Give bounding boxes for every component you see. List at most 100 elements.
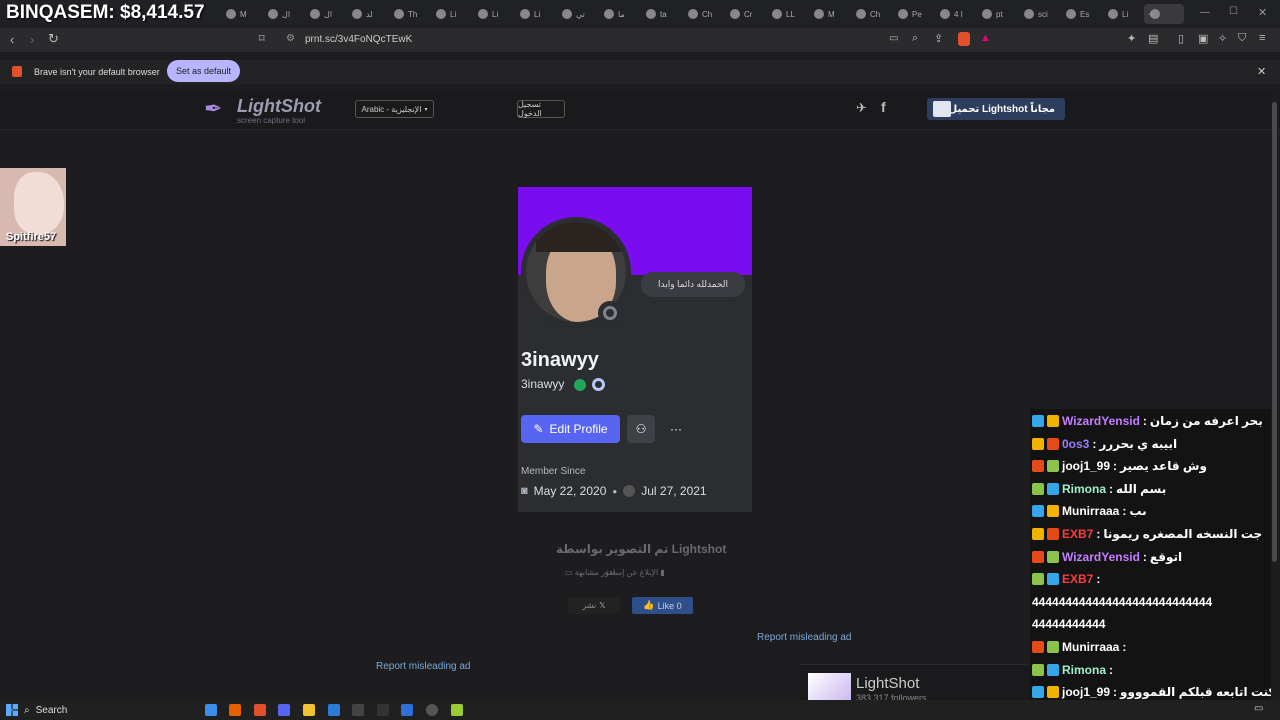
browser-tab[interactable]: Es xyxy=(1060,4,1100,24)
language-select[interactable]: Arabic - الإنجليزية ▾ xyxy=(355,100,434,118)
webcam-face xyxy=(14,172,64,234)
browser-tab[interactable]: Ch xyxy=(682,4,722,24)
taskbar-search[interactable]: ⌕ Search xyxy=(24,703,194,717)
browser-tab[interactable]: Cr xyxy=(724,4,764,24)
browser-tab[interactable]: Ch xyxy=(850,4,890,24)
set-default-button[interactable]: Set as default xyxy=(167,60,240,82)
tab-label: M xyxy=(240,9,247,19)
tab-favicon-icon xyxy=(226,9,236,19)
discord-taskbar-icon[interactable] xyxy=(278,704,290,716)
logo-name[interactable]: LightShot xyxy=(237,96,321,117)
minimize-icon[interactable]: — xyxy=(1200,7,1210,18)
app-icon-controller[interactable] xyxy=(377,704,389,716)
close-window-icon[interactable]: ✕ xyxy=(1258,6,1267,19)
maximize-icon[interactable]: ☐ xyxy=(1229,6,1238,17)
browser-tab[interactable]: pt xyxy=(976,4,1016,24)
url-field[interactable]: prnt.sc/3v4FoNQcTEwK xyxy=(305,34,412,45)
twitter-icon[interactable]: ✈ xyxy=(856,100,867,116)
zoom-icon[interactable]: ⌕ xyxy=(912,32,918,45)
browser-tab[interactable]: ta xyxy=(640,4,680,24)
report-ad-link-left[interactable]: Report misleading ad xyxy=(376,661,471,672)
facebook-icon[interactable]: f xyxy=(881,99,886,115)
extensions-icon[interactable]: ✦ xyxy=(1127,32,1136,45)
scrollbar-thumb[interactable] xyxy=(1272,102,1277,562)
chat-username: Munirraaa xyxy=(1062,504,1120,519)
browser-tab[interactable]: LL xyxy=(766,4,806,24)
reader-icon[interactable]: ▭ xyxy=(889,33,898,44)
browser-tab[interactable]: Th xyxy=(388,4,428,24)
page-scrollbar[interactable] xyxy=(1271,92,1278,700)
browser-tab[interactable]: M xyxy=(220,4,260,24)
reload-icon[interactable]: ↻ xyxy=(48,31,59,47)
menu-icon[interactable]: ≡ xyxy=(1259,32,1265,44)
browser-tab[interactable]: Li xyxy=(1102,4,1142,24)
bookmark-icon[interactable]: ⌑ xyxy=(259,32,265,45)
browser-tab[interactable]: ال xyxy=(262,4,302,24)
browser-tab[interactable]: تي xyxy=(556,4,596,24)
more-options-button[interactable]: ··· xyxy=(662,415,690,443)
chat-badge-icon xyxy=(1047,482,1059,495)
username: 3inawyy xyxy=(521,377,606,392)
firefox-icon[interactable] xyxy=(229,704,241,716)
brave-rewards-icon[interactable]: ▲ xyxy=(980,32,991,44)
app-icon-n[interactable] xyxy=(352,704,364,716)
nitro-badge-icon xyxy=(573,378,586,391)
brave-shield-icon[interactable] xyxy=(958,32,970,46)
tab-favicon-icon xyxy=(898,9,908,19)
chat-username: WizardYensid xyxy=(1062,414,1140,428)
browser-tab[interactable]: ال xyxy=(304,4,344,24)
copilot-icon[interactable] xyxy=(205,704,217,716)
tab-label: 4 I xyxy=(954,9,963,19)
browser-tab[interactable]: ما xyxy=(598,4,638,24)
widget-name[interactable]: LightShot xyxy=(856,675,919,692)
thumbs-up-icon: 👍 xyxy=(643,600,655,610)
tab-favicon-icon xyxy=(604,9,614,19)
browser-tab[interactable]: Pe xyxy=(892,4,932,24)
share-icon[interactable]: ⇪ xyxy=(934,32,943,45)
sidebar-icon[interactable]: ▯ xyxy=(1178,32,1184,45)
close-infobar-icon[interactable]: ✕ xyxy=(1257,65,1266,78)
tab-label: Th xyxy=(408,9,418,19)
tab-label: Cr xyxy=(744,9,753,19)
app-icon-circle[interactable] xyxy=(426,704,438,716)
logo-tagline: screen capture tool xyxy=(237,116,306,125)
similar-images-link[interactable]: ▭ صور مشابهة xyxy=(565,568,616,577)
tab-favicon-icon xyxy=(856,9,866,19)
report-ad-link-right[interactable]: Report misleading ad xyxy=(757,632,852,643)
browser-tab[interactable]: sci xyxy=(1018,4,1058,24)
tab-favicon-icon xyxy=(520,9,530,19)
browser-tab[interactable]: 4 I xyxy=(934,4,974,24)
back-icon[interactable]: ‹ xyxy=(10,32,14,47)
chat-badge-icon xyxy=(1032,573,1044,586)
vpn-icon[interactable]: ⛉ xyxy=(1238,32,1246,45)
app-icon-green[interactable] xyxy=(451,704,463,716)
browser-tab[interactable]: لد xyxy=(346,4,386,24)
file-explorer-icon[interactable] xyxy=(303,704,315,716)
tab-search-icon[interactable]: ▤ xyxy=(1148,32,1158,45)
brave-taskbar-icon[interactable] xyxy=(254,704,266,716)
browser-tab[interactable]: M xyxy=(808,4,848,24)
tab-favicon-icon xyxy=(352,9,362,19)
notifications-icon[interactable]: ▭ xyxy=(1254,703,1263,714)
login-button[interactable]: تسجيل الدخول xyxy=(517,100,565,118)
download-icon xyxy=(933,101,951,117)
browser-tab[interactable]: Li xyxy=(514,4,554,24)
browser-tab[interactable]: Li xyxy=(430,4,470,24)
app-icon-blue[interactable] xyxy=(401,704,413,716)
tab-label: ta xyxy=(660,9,667,19)
leo-ai-icon[interactable]: ✧ xyxy=(1218,32,1227,45)
forward-icon[interactable]: › xyxy=(30,32,34,47)
download-button[interactable]: تحميل Lightshot مجاناً xyxy=(927,98,1065,120)
server-tag-button[interactable]: ⚇ xyxy=(627,415,655,443)
edit-profile-button[interactable]: ✎ Edit Profile xyxy=(521,415,620,443)
browser-tab[interactable]: Li xyxy=(472,4,512,24)
x-share-button[interactable]: نشر 𝕏 xyxy=(568,597,620,614)
discord-member-date: May 22, 2020 xyxy=(533,484,607,498)
site-info-icon[interactable]: ⚙ xyxy=(286,33,295,44)
wallet-icon[interactable]: ▣ xyxy=(1198,32,1208,45)
windows-start-icon[interactable] xyxy=(6,704,18,716)
windows-taskbar: ⌕ Search ▭ xyxy=(0,700,1280,720)
fb-like-button[interactable]: 👍 Like 0 xyxy=(632,597,693,614)
app-icon-check[interactable] xyxy=(328,704,340,716)
new-tab-icon[interactable]: + xyxy=(1148,7,1155,21)
